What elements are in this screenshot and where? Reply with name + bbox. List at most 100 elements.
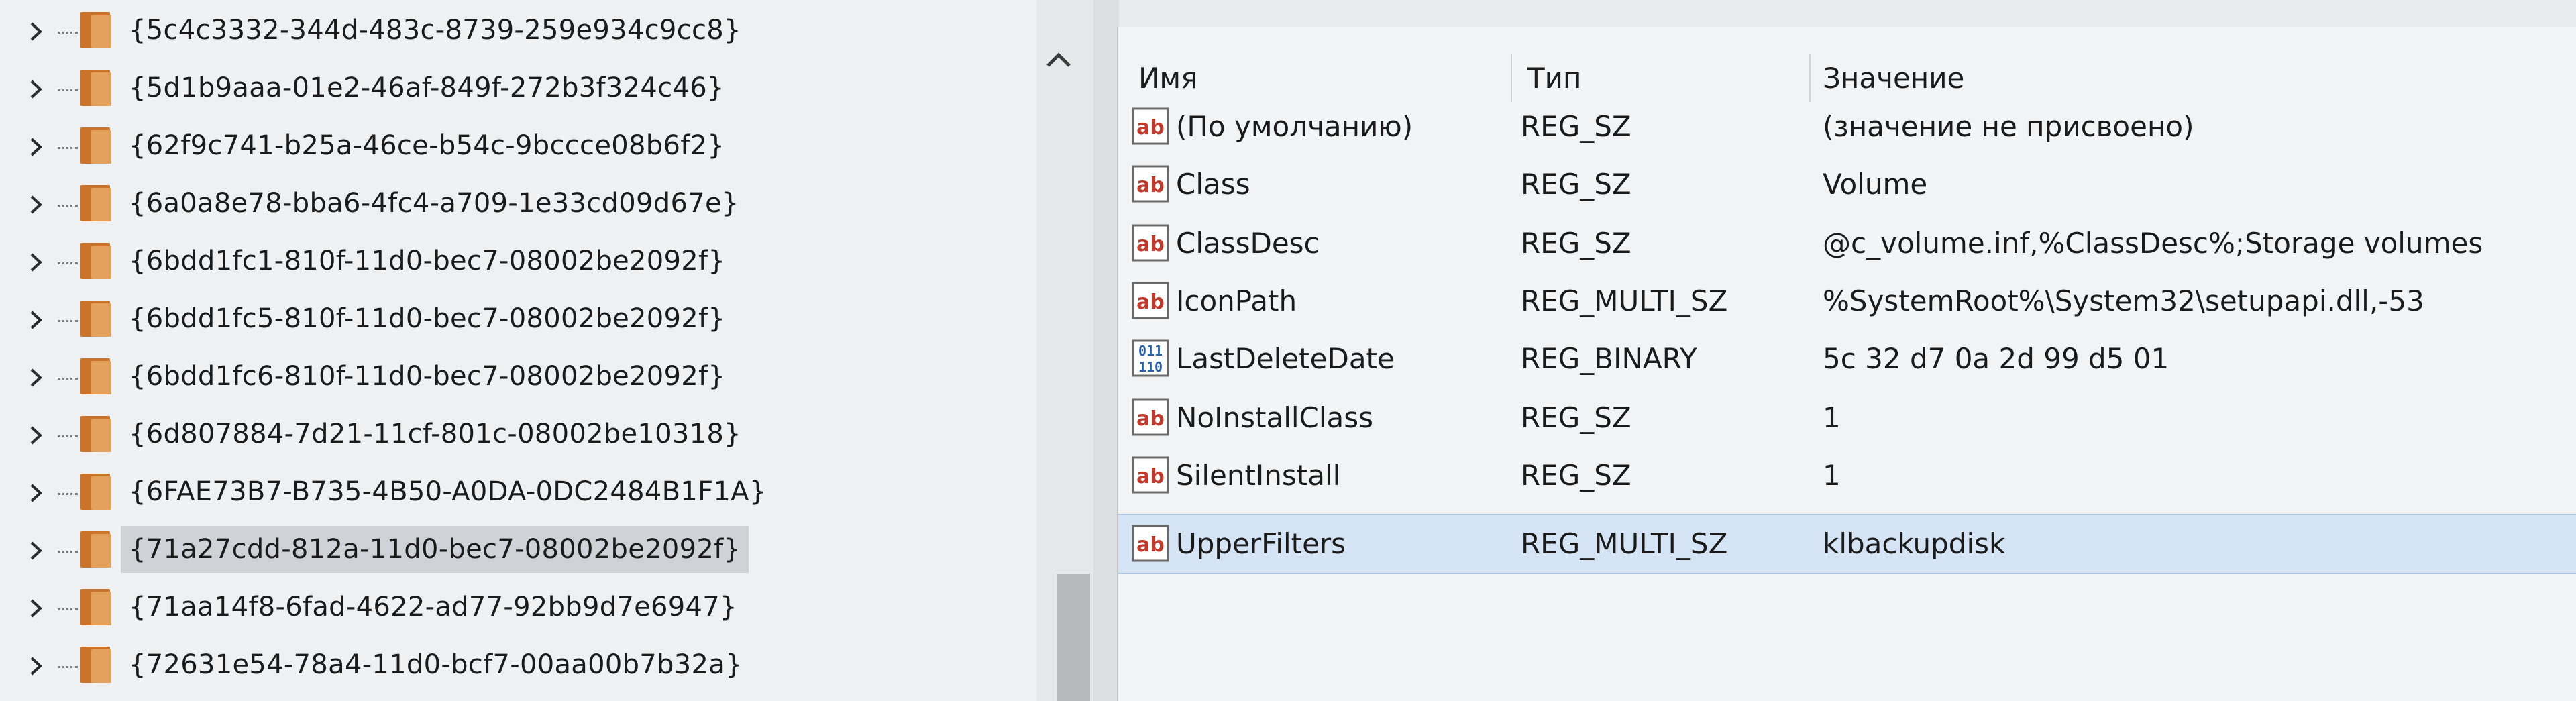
chevron-right-icon[interactable] (24, 366, 47, 389)
folder-icon (79, 474, 111, 510)
value-type: REG_MULTI_SZ (1521, 527, 1728, 560)
tree-item[interactable]: {6bdd1fc1-810f-11d0-bec7-08002be2092f} (0, 231, 1057, 288)
folder-icon (79, 531, 111, 568)
registry-values-list[interactable]: Имя Тип Значение ab (По умолчанию) REG_SZ (… (1117, 27, 2576, 701)
tree-scrollbar-thumb[interactable] (1057, 574, 1090, 701)
folder-icon (79, 589, 111, 625)
value-type: REG_SZ (1521, 168, 1631, 201)
scroll-up-icon[interactable] (1038, 40, 1079, 80)
value-name: UpperFilters (1176, 527, 1346, 560)
tree-item[interactable]: {5c4c3332-344d-483c-8739-259e934c9cc8} (0, 0, 1057, 58)
value-type: REG_MULTI_SZ (1521, 284, 1728, 317)
tree-item[interactable]: {62f9c741-b25a-46ce-b54c-9bccce08b6f2} (0, 115, 1057, 173)
tree-item-label: {6bdd1fc6-810f-11d0-bec7-08002be2092f} (129, 361, 726, 392)
tree-connector (58, 608, 78, 610)
value-type: REG_SZ (1521, 110, 1631, 143)
value-type: REG_SZ (1521, 459, 1631, 492)
chevron-right-icon[interactable] (24, 78, 47, 101)
tree-item[interactable]: {71aa14f8-6fad-4622-ad77-92bb9d7e6947} (0, 577, 1057, 635)
chevron-right-icon[interactable] (24, 193, 47, 216)
tree-item[interactable]: {71a27cdd-812a-11d0-bec7-08002be2092f} (0, 519, 1057, 577)
folder-icon (79, 358, 111, 394)
binary-value-icon: 011 110 (1132, 339, 1169, 377)
column-header-data[interactable]: Значение (1823, 55, 1964, 102)
column-separator[interactable] (1511, 54, 1512, 102)
svg-text:011: 011 (1138, 343, 1163, 359)
value-name: ClassDesc (1176, 227, 1320, 260)
svg-text:ab: ab (1136, 407, 1165, 431)
tree-item[interactable]: {6bdd1fc6-810f-11d0-bec7-08002be2092f} (0, 346, 1057, 404)
string-value-icon: ab (1132, 107, 1169, 145)
value-name: LastDeleteDate (1176, 342, 1395, 375)
value-row[interactable]: ab (По умолчанию) REG_SZ (значение не присв… (1118, 98, 2576, 156)
string-value-icon: ab (1132, 224, 1169, 262)
chevron-right-icon[interactable] (24, 424, 47, 447)
tree-item[interactable]: {5d1b9aaa-01e2-46af-849f-272b3f324c46} (0, 58, 1057, 115)
tree-connector (58, 147, 78, 149)
tree-item-label: {6FAE73B7-B735-4B50-A0DA-0DC2484B1F1A} (129, 476, 767, 507)
svg-text:110: 110 (1138, 359, 1163, 375)
value-data: %SystemRoot%\System32\setupapi.dll,-53 (1823, 284, 2424, 317)
tree-connector (58, 378, 78, 380)
tree-item[interactable]: {72631e54-78a4-11d0-bcf7-00aa00b7b32a} (0, 635, 1057, 692)
tree-item-label: {62f9c741-b25a-46ce-b54c-9bccce08b6f2} (129, 130, 725, 161)
svg-text:ab: ab (1136, 290, 1165, 314)
value-name: (По умолчанию) (1176, 110, 1413, 143)
tree-item-label: {6bdd1fc1-810f-11d0-bec7-08002be2092f} (129, 246, 726, 276)
value-row[interactable]: 011 110 LastDeleteDate REG_BINARY 5c 32 d7 0… (1118, 330, 2576, 388)
column-header-type[interactable]: Тип (1527, 55, 1581, 102)
tree-item[interactable]: {6bdd1fc5-810f-11d0-bec7-08002be2092f} (0, 288, 1057, 346)
string-value-icon: ab (1132, 525, 1169, 562)
tree-item[interactable]: {6FAE73B7-B735-4B50-A0DA-0DC2484B1F1A} (0, 462, 1057, 519)
tree-item-label: {6bdd1fc5-810f-11d0-bec7-08002be2092f} (129, 303, 726, 334)
pane-splitter[interactable] (1093, 0, 1119, 701)
folder-icon (79, 416, 111, 452)
value-type: REG_BINARY (1521, 342, 1697, 375)
svg-text:ab: ab (1136, 116, 1165, 140)
tree-connector (58, 320, 78, 322)
value-row[interactable]: ab Class REG_SZ Volume (1118, 156, 2576, 213)
value-row[interactable]: ab ClassDesc REG_SZ @c_volume.inf,%ClassDes… (1118, 215, 2576, 272)
chevron-right-icon[interactable] (24, 655, 47, 678)
value-name: NoInstallClass (1176, 401, 1374, 434)
tree-item[interactable]: {6d807884-7d21-11cf-801c-08002be10318} (0, 404, 1057, 462)
value-data: 1 (1823, 401, 1841, 434)
value-row[interactable]: ab NoInstallClass REG_SZ 1 (1118, 389, 2576, 447)
value-row[interactable]: ab IconPath REG_MULTI_SZ %SystemRoot%\Syste… (1118, 272, 2576, 330)
tree-item-label: {71a27cdd-812a-11d0-bec7-08002be2092f} (121, 526, 749, 573)
chevron-right-icon[interactable] (24, 482, 47, 504)
tree-connector (58, 32, 78, 34)
tree-connector (58, 89, 78, 91)
string-value-icon: ab (1132, 398, 1169, 436)
folder-icon (79, 12, 111, 48)
chevron-right-icon[interactable] (24, 539, 47, 562)
tree-connector (58, 551, 78, 553)
svg-text:ab: ab (1136, 233, 1165, 256)
chevron-right-icon[interactable] (24, 597, 47, 620)
value-data: 1 (1823, 459, 1841, 492)
folder-icon (79, 243, 111, 279)
chevron-right-icon[interactable] (24, 309, 47, 331)
value-data: klbackupdisk (1823, 527, 2006, 560)
tree-item-label: {72631e54-78a4-11d0-bcf7-00aa00b7b32a} (129, 649, 743, 680)
folder-icon (79, 647, 111, 683)
tree-connector (58, 666, 78, 668)
chevron-right-icon[interactable] (24, 136, 47, 158)
tree-item-label: {6a0a8e78-bba6-4fc4-a709-1e33cd09d67e} (129, 188, 739, 219)
value-data: 5c 32 d7 0a 2d 99 d5 01 (1823, 342, 2169, 375)
svg-text:ab: ab (1136, 174, 1165, 197)
chevron-right-icon[interactable] (24, 251, 47, 274)
tree-connector (58, 435, 78, 437)
tree-connector (58, 493, 78, 495)
registry-key-tree[interactable]: {5c4c3332-344d-483c-8739-259e934c9cc8} {5… (0, 0, 1057, 701)
svg-text:ab: ab (1136, 465, 1165, 488)
value-data: @c_volume.inf,%ClassDesc%;Storage volume… (1823, 227, 2483, 260)
tree-item-label: {6d807884-7d21-11cf-801c-08002be10318} (129, 419, 741, 449)
column-separator[interactable] (1809, 54, 1811, 102)
value-row[interactable]: ab SilentInstall REG_SZ 1 (1118, 447, 2576, 504)
tree-item[interactable]: {6a0a8e78-bba6-4fc4-a709-1e33cd09d67e} (0, 173, 1057, 231)
chevron-right-icon[interactable] (24, 20, 47, 43)
value-row[interactable]: ab UpperFilters REG_MULTI_SZ klbackupdisk (1118, 514, 2576, 574)
tree-item-label: {5c4c3332-344d-483c-8739-259e934c9cc8} (129, 15, 741, 46)
column-header-name[interactable]: Имя (1138, 55, 1197, 102)
